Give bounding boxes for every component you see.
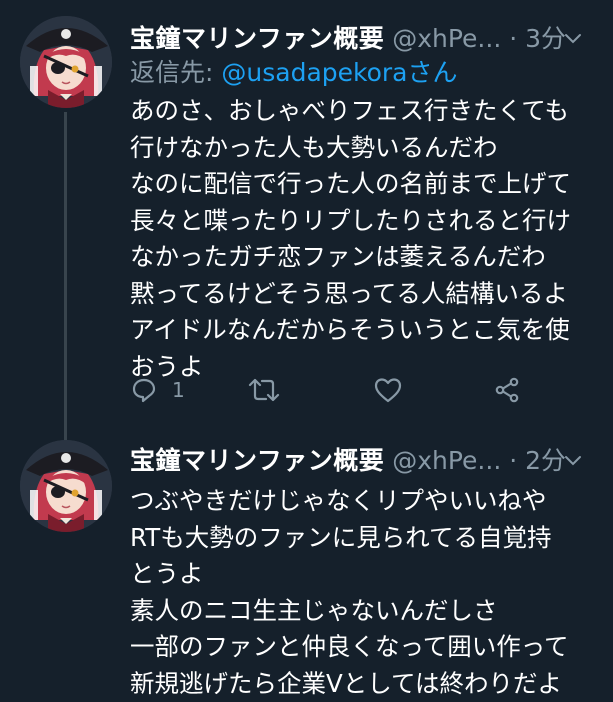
- tweet-text: あのさ、おしゃべりフェス行きたくても 行けなかった人も大勢いるんだわ なのに配信…: [130, 96, 571, 381]
- avatar-image: [20, 440, 112, 532]
- avatar[interactable]: [20, 16, 112, 108]
- display-name[interactable]: 宝鐘マリンファン概要: [130, 24, 384, 53]
- separator-dot: ·: [509, 24, 518, 53]
- chevron-down-icon[interactable]: [563, 31, 583, 47]
- avatar[interactable]: [20, 440, 112, 532]
- timestamp[interactable]: 3分: [525, 24, 566, 53]
- reply-icon: [132, 378, 156, 403]
- separator-dot: ·: [509, 446, 518, 475]
- retweet-icon: [248, 378, 280, 402]
- share-button[interactable]: [493, 372, 521, 408]
- chevron-down-icon[interactable]: [563, 453, 583, 469]
- avatar-image: [20, 16, 112, 108]
- thread-line: [64, 112, 67, 440]
- reply-count: 1: [172, 378, 185, 402]
- tweet-header: 宝鐘マリンファン概要 @xhPe... · 3分: [130, 20, 601, 58]
- reply-prefix: 返信先:: [130, 58, 214, 87]
- reply-mention[interactable]: @usadapekora: [221, 58, 407, 87]
- reply-mention-link[interactable]: @usadapekoraさん: [221, 58, 457, 87]
- retweet-button[interactable]: [248, 372, 280, 408]
- tweet[interactable]: 宝鐘マリンファン概要 @xhPe... · 3分 返信先: @usadapeko…: [0, 0, 613, 440]
- display-name[interactable]: 宝鐘マリンファン概要: [130, 446, 384, 475]
- reply-button[interactable]: 1: [130, 372, 185, 408]
- like-icon: [374, 378, 402, 403]
- tweet-actions: 1: [130, 372, 540, 408]
- reply-suffix[interactable]: さん: [408, 58, 458, 87]
- reply-to-line: 返信先: @usadapekoraさん: [130, 56, 601, 90]
- like-button[interactable]: [373, 372, 403, 408]
- tweet[interactable]: 宝鐘マリンファン概要 @xhPe... · 2分 つぶやきだけじゃなくリプやいい…: [0, 440, 613, 698]
- tweet-text: つぶやきだけじゃなくリプやいいねや RTも大勢のファンに見られてる自覚持 とうよ…: [130, 486, 569, 698]
- share-icon: [495, 377, 519, 403]
- handle[interactable]: @xhPe...: [392, 446, 501, 475]
- tweet-body: 宝鐘マリンファン概要 @xhPe... · 3分 返信先: @usadapeko…: [130, 20, 601, 385]
- handle[interactable]: @xhPe...: [392, 24, 501, 53]
- tweet-header: 宝鐘マリンファン概要 @xhPe... · 2分: [130, 442, 601, 480]
- timestamp[interactable]: 2分: [525, 446, 566, 475]
- tweet-body: 宝鐘マリンファン概要 @xhPe... · 2分 つぶやきだけじゃなくリプやいい…: [130, 442, 601, 702]
